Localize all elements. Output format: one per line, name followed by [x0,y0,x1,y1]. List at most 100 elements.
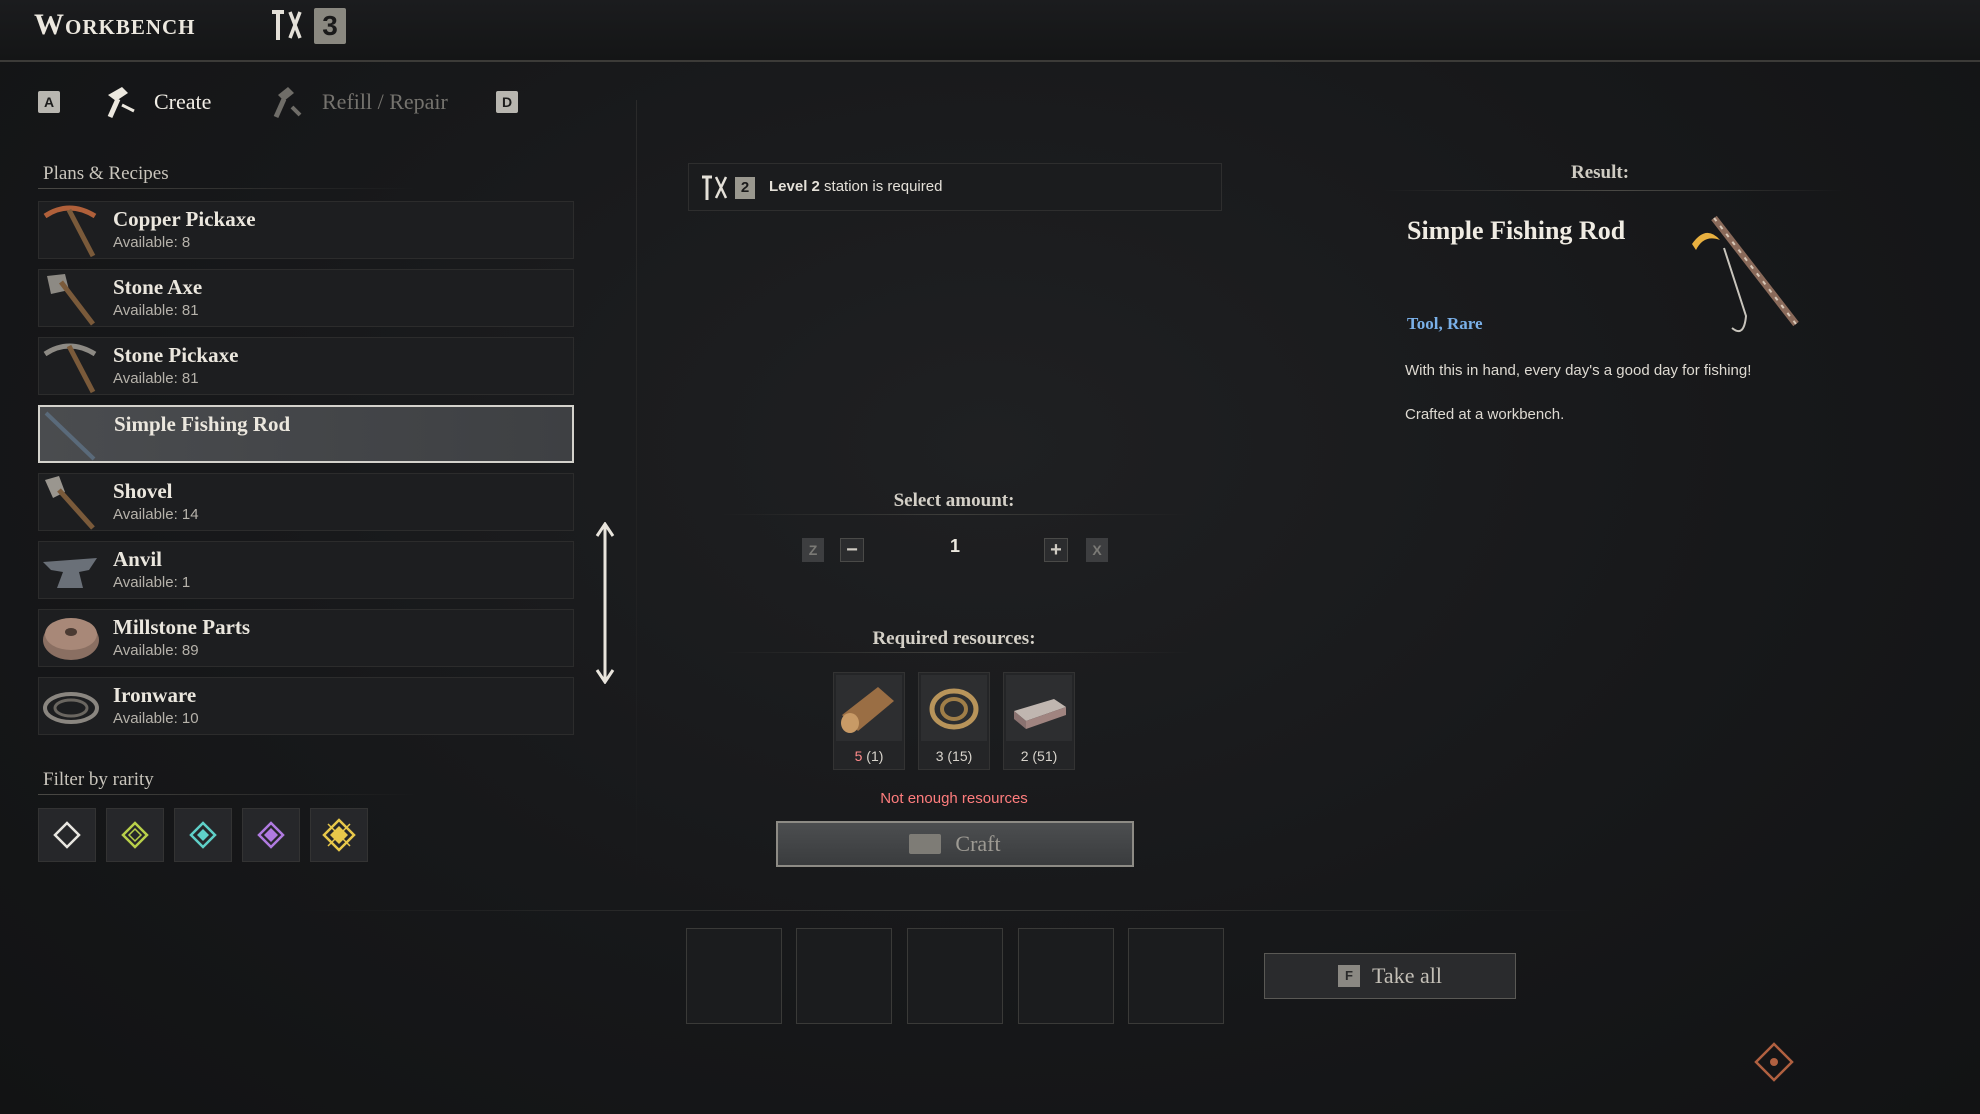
section-divider [720,514,1190,515]
ironware-icon [43,692,99,724]
resource-count: 2 (51) [1020,748,1058,764]
resource-slot-wood[interactable]: 5 (1) [833,672,905,770]
take-all-key: F [1338,965,1361,987]
prev-tab-key[interactable]: A [38,91,60,113]
take-all-label: Take all [1372,963,1442,988]
wrench-icon [273,87,302,119]
output-slot[interactable] [796,928,892,1024]
fishing-rod-icon [1692,215,1799,332]
recipe-available: Available: 89 [113,642,199,659]
scroll-arrows-icon[interactable] [592,522,618,684]
millstone-icon [43,618,99,660]
recipe-shovel[interactable]: Shovel Available: 14 [38,473,574,531]
recipe-name: Stone Pickaxe [113,343,239,367]
recipe-stone-pickaxe[interactable]: Stone Pickaxe Available: 81 [38,337,574,395]
fishing-rod-icon [44,411,96,461]
result-crafted-at: Crafted at a workbench. [1405,406,1565,423]
resource-slot-rope[interactable]: 3 (15) [918,672,990,770]
filter-rare-button[interactable] [174,808,232,862]
bottom-divider [300,910,1600,911]
diamond-icon [53,821,81,849]
filter-uncommon-button[interactable] [106,808,164,862]
diamond-icon [257,821,285,849]
craft-key-icon [909,834,942,854]
workbench-level-badge: 3 [314,8,346,44]
decrease-key[interactable]: Z [802,538,824,562]
tab-create[interactable]: Create [104,82,211,122]
section-divider [38,188,418,189]
output-slot[interactable] [686,928,782,1024]
anvil-icon [43,558,97,588]
filter-epic-button[interactable] [242,808,300,862]
workbench-tools-icon [702,175,728,200]
diamond-icon [322,818,356,852]
panel-divider [636,100,637,880]
output-slot[interactable] [1128,928,1224,1024]
axe-icon [47,274,95,326]
shovel-icon [45,476,95,530]
recipe-name: Simple Fishing Rod [114,412,291,436]
resource-count: 5 (1) [854,748,884,764]
recipe-name: Anvil [113,547,163,571]
output-slot[interactable] [1018,928,1114,1024]
workbench-tools-icon [266,8,304,49]
station-requirement: 2 Level 2 station is required [688,163,1222,211]
diamond-icon [121,821,149,849]
station-level-badge: 2 [735,177,755,199]
recipe-available: Available: 1 [113,574,191,591]
recipe-name: Stone Axe [113,275,203,299]
filter-common-button[interactable] [38,808,96,862]
recipe-name: Millstone Parts [113,615,251,639]
filter-rarity-heading: Filter by rarity [43,769,154,790]
recipe-name: Ironware [113,683,197,707]
select-amount-label: Select amount: [893,490,1015,511]
title-bar: Workbench 3 [0,0,1980,62]
recipe-copper-pickaxe[interactable]: Copper Pickaxe Available: 8 [38,201,574,259]
recipe-available: Available: 81 [113,302,199,319]
result-divider [1384,190,1844,191]
section-divider [720,652,1190,653]
recipe-available: Available: 81 [113,370,199,387]
decrease-amount-button[interactable]: − [840,538,864,562]
amount-value[interactable]: 1 [930,536,980,557]
recipe-anvil[interactable]: Anvil Available: 1 [38,541,574,599]
recipe-available: Available: 8 [113,234,191,251]
pickaxe-icon [43,343,97,394]
recipe-millstone-parts[interactable]: Millstone Parts Available: 89 [38,609,574,667]
tab-refill-repair[interactable]: Refill / Repair [272,82,448,122]
recipe-available: Available: 14 [113,506,199,523]
hammer-icon [107,87,135,119]
result-item-name: Simple Fishing Rod [1407,216,1626,245]
recipe-ironware[interactable]: Ironware Available: 10 [38,677,574,735]
output-slot[interactable] [907,928,1003,1024]
craft-button[interactable]: Craft [776,821,1134,867]
rope-icon [921,675,987,741]
filter-legendary-button[interactable] [310,808,368,862]
iron-ingot-icon [1006,675,1072,741]
increase-key[interactable]: X [1086,538,1108,562]
next-tab-key[interactable]: D [496,91,518,113]
not-enough-resources-warning: Not enough resources [880,790,1028,807]
tab-create-label: Create [154,89,212,114]
recipe-stone-axe[interactable]: Stone Axe Available: 81 [38,269,574,327]
recipe-name: Shovel [113,479,173,503]
required-resources-label: Required resources: [872,628,1036,649]
section-divider [38,794,418,795]
result-heading: Result: [1570,162,1630,183]
recipe-available: Available: 10 [113,710,199,727]
plans-recipes-heading: Plans & Recipes [43,163,169,184]
wood-log-icon [836,675,902,741]
craft-label: Craft [955,831,1001,856]
resource-count: 3 (15) [935,748,973,764]
recipe-simple-fishing-rod[interactable]: Simple Fishing Rod [38,405,574,463]
take-all-button[interactable]: F Take all [1264,953,1516,999]
compass-ornament-icon [1754,1042,1794,1082]
increase-amount-button[interactable]: + [1044,538,1068,562]
diamond-icon [189,821,217,849]
result-item-tags: Tool, Rare [1407,314,1483,333]
window-title: Workbench [34,8,196,41]
station-requirement-text: Level 2 station is required [769,178,943,195]
pickaxe-icon [43,205,97,258]
recipe-name: Copper Pickaxe [113,207,256,231]
resource-slot-iron-ingot[interactable]: 2 (51) [1003,672,1075,770]
